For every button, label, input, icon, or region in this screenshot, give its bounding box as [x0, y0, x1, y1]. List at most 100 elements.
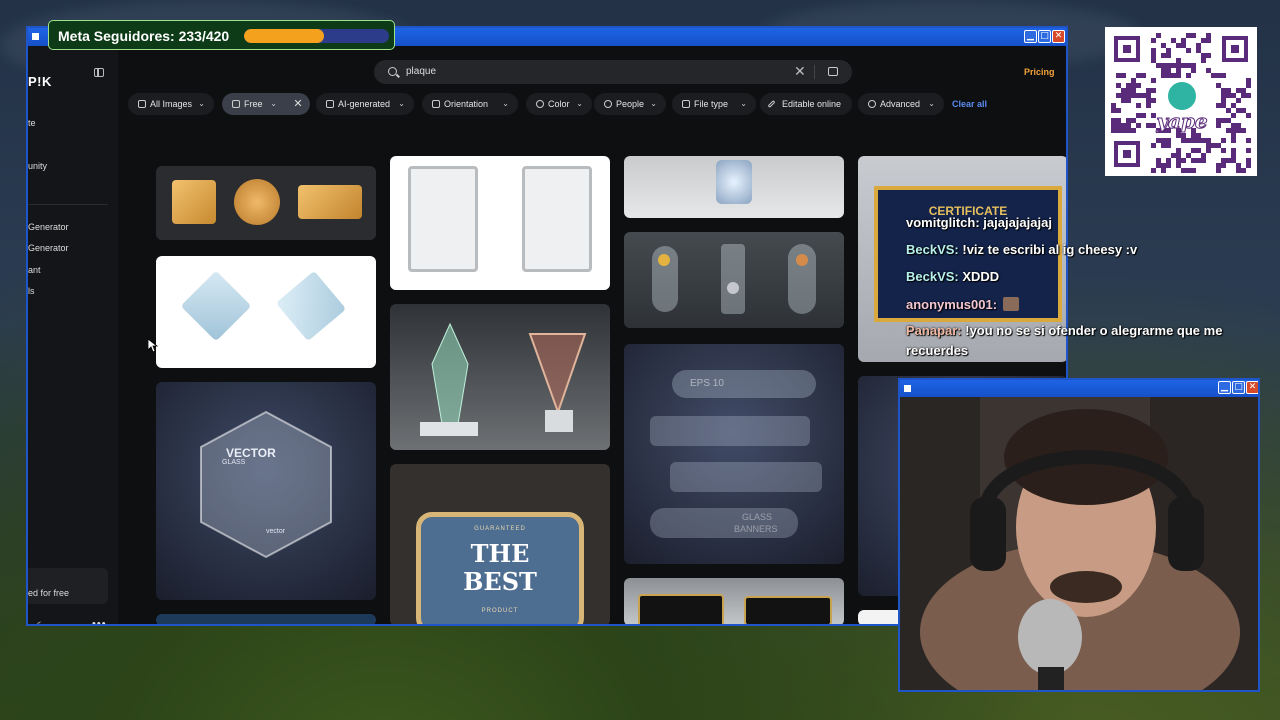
maximize-button[interactable]: □ [1232, 381, 1245, 394]
badge-line-1: THE [470, 539, 530, 568]
minimize-button[interactable]: ▁ [1218, 381, 1231, 394]
clear-all-button[interactable]: Clear all [952, 99, 987, 109]
image-card-glass-awards[interactable] [156, 256, 376, 368]
qr-module [1191, 33, 1196, 38]
chevron-down-icon: ⌄ [740, 99, 747, 108]
pencil-icon [767, 100, 776, 108]
sidebar-item-generator[interactable]: Generator [28, 243, 69, 253]
qr-module [1176, 68, 1181, 73]
qr-module [1146, 98, 1151, 103]
sidebar-promo-label: ed for free [28, 588, 70, 598]
image-card-gold-plaques[interactable] [156, 166, 376, 240]
qr-module [1246, 158, 1251, 163]
filter-orientation[interactable]: Orientation ⌄ [422, 93, 518, 115]
filter-label: All Images [150, 99, 193, 109]
qr-module [1221, 163, 1226, 168]
image-card-crystal-trophies[interactable] [390, 304, 610, 450]
filter-people[interactable]: People ⌄ [594, 93, 666, 115]
image-card-medal-awards[interactable] [624, 232, 844, 328]
qr-module [1171, 153, 1176, 158]
remove-free-filter-button[interactable]: ✕ [286, 93, 310, 115]
image-card-vector-glass[interactable]: VECTOR GLASS vector [156, 382, 376, 600]
search-bar[interactable]: plaque ✕ [374, 60, 852, 84]
close-button[interactable]: ✕ [1052, 30, 1065, 43]
qr-module [1166, 53, 1171, 58]
qr-module [1241, 93, 1246, 98]
filter-all-images[interactable]: All Images ⌄ [128, 93, 214, 115]
filter-file-type[interactable]: File type ⌄ [672, 93, 756, 115]
search-input[interactable]: plaque [406, 66, 436, 77]
qr-module [1156, 63, 1161, 68]
filter-free[interactable]: Free ⌄ [222, 93, 286, 115]
image-card-the-best[interactable]: GUARANTEED THE BEST PRODUCT [390, 464, 610, 624]
black-plaque [744, 596, 832, 624]
chat-username: BeckVS: [906, 269, 959, 284]
clear-search-icon[interactable]: ✕ [794, 63, 806, 80]
window-menu-icon[interactable] [904, 385, 911, 392]
qr-module [1131, 78, 1136, 83]
qr-module [1136, 103, 1141, 108]
qr-module [1176, 58, 1181, 63]
qr-module [1196, 48, 1201, 53]
qr-module [1226, 88, 1231, 93]
qr-module [1221, 88, 1226, 93]
site-logo[interactable]: P!K [28, 74, 52, 89]
moon-icon[interactable]: ☾ [36, 621, 45, 624]
qr-module [1161, 168, 1166, 173]
webcam-titlebar[interactable]: ▁ □ ✕ [900, 380, 1258, 397]
close-button[interactable]: ✕ [1246, 381, 1258, 394]
image-card-sign-stands[interactable] [390, 156, 610, 290]
sidebar-item-community[interactable]: unity [28, 161, 47, 171]
more-icon[interactable]: ••• [92, 618, 107, 624]
sidebar-item-assistant[interactable]: ant [28, 265, 41, 275]
sidebar-item-tools[interactable]: ls [28, 286, 35, 296]
qr-module [1221, 158, 1226, 163]
qr-module [1181, 138, 1186, 143]
sidebar-collapse-icon[interactable] [94, 68, 104, 77]
sidebar-promo[interactable]: ed for free [28, 568, 108, 604]
qr-module [1186, 138, 1191, 143]
hexagon-glass-plate [200, 410, 332, 559]
grid-icon [138, 100, 146, 108]
image-card-glass-trophy[interactable] [624, 156, 844, 218]
sidebar-item[interactable]: te [28, 118, 36, 128]
sidebar-item-generator[interactable]: Generator [28, 222, 69, 232]
badge-bottom-text: PRODUCT [481, 608, 519, 614]
qr-module [1126, 88, 1131, 93]
qr-module [1221, 138, 1226, 143]
maximize-button[interactable]: □ [1038, 30, 1051, 43]
minimize-button[interactable]: ▁ [1024, 30, 1037, 43]
image-card-black-plaques[interactable] [624, 578, 844, 624]
camera-search-icon[interactable] [828, 67, 838, 76]
qr-module [1126, 83, 1131, 88]
filter-editable-online[interactable]: Editable online [760, 93, 852, 115]
qr-finder [1114, 36, 1140, 62]
filter-color[interactable]: Color ⌄ [526, 93, 592, 115]
qr-module [1226, 158, 1231, 163]
qr-module [1211, 73, 1216, 78]
window-menu-icon[interactable] [32, 33, 39, 40]
qr-module [1196, 43, 1201, 48]
filter-advanced[interactable]: Advanced ⌄ [858, 93, 944, 115]
qr-module [1111, 123, 1116, 128]
qr-module [1231, 133, 1236, 138]
qr-module [1231, 138, 1236, 143]
filter-ai-generated[interactable]: AI-generated ⌄ [316, 93, 414, 115]
vector-subtitle: GLASS [222, 459, 246, 466]
mouse-cursor [148, 339, 158, 353]
qr-module [1116, 128, 1121, 133]
qr-module [1181, 168, 1186, 173]
gold-rect-plaque [298, 185, 362, 219]
qr-module [1161, 143, 1166, 148]
image-card-glass-banners[interactable]: EPS 10 GLASS BANNERS [624, 344, 844, 564]
qr-module [1201, 38, 1206, 43]
glass-award [275, 270, 347, 342]
badge-line-2: BEST [463, 567, 537, 596]
chevron-down-icon: ⌄ [198, 99, 205, 108]
glass-award [721, 244, 745, 314]
qr-module [1206, 68, 1211, 73]
qr-module [1111, 108, 1116, 113]
glass-trophy [716, 160, 752, 204]
pricing-link[interactable]: Pricing [1024, 67, 1055, 77]
image-card-partial[interactable] [156, 614, 376, 624]
